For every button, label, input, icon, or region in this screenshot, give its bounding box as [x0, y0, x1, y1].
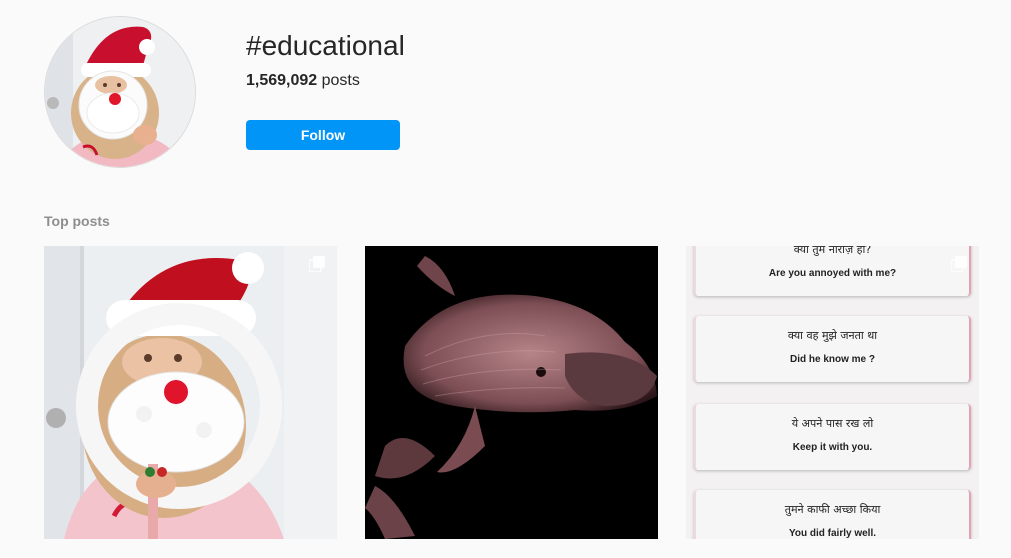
hashtag-avatar — [44, 16, 196, 168]
post-count: 1,569,092 posts — [246, 71, 360, 91]
post-tile-1[interactable] — [44, 246, 337, 539]
multiple-posts-icon — [309, 256, 325, 272]
hashtag-page: #educational 1,569,092 posts Follow Top … — [0, 0, 1011, 558]
phrase-card-1: क्या तुम नाराज़ हो? Are you annoyed with… — [694, 246, 971, 296]
post-tile-2[interactable] — [365, 246, 658, 539]
follow-button[interactable]: Follow — [246, 120, 400, 150]
phrase-english: You did fairly well. — [788, 528, 877, 539]
phrase-english: Keep it with you. — [792, 442, 873, 453]
post-image-platypus — [365, 246, 658, 539]
avatar-image — [45, 17, 195, 167]
phrase-hindi: ये अपने पास रख लो — [791, 417, 874, 430]
post-image-santa — [44, 246, 337, 539]
phrase-hindi: क्या वह मुझे जनता था — [787, 329, 878, 342]
phrase-card-2: क्या वह मुझे जनता था Did he know me ? — [694, 316, 971, 382]
phrase-card-3: ये अपने पास रख लो Keep it with you. — [694, 404, 971, 470]
phrase-english: Are you annoyed with me? — [768, 268, 897, 279]
hashtag-title: #educational — [246, 30, 405, 61]
phrase-hindi: तुमने काफी अच्छा किया — [784, 503, 881, 516]
post-count-number: 1,569,092 — [246, 72, 318, 89]
phrase-english: Did he know me ? — [789, 354, 875, 365]
post-tile-3[interactable]: क्या तुम नाराज़ हो? Are you annoyed with… — [686, 246, 979, 539]
multiple-posts-icon — [951, 256, 967, 272]
top-posts-heading: Top posts — [44, 213, 110, 229]
post-count-suffix: posts — [317, 72, 360, 89]
phrase-card-4: तुमने काफी अच्छा किया You did fairly wel… — [694, 490, 971, 539]
phrase-hindi: क्या तुम नाराज़ हो? — [793, 246, 872, 256]
